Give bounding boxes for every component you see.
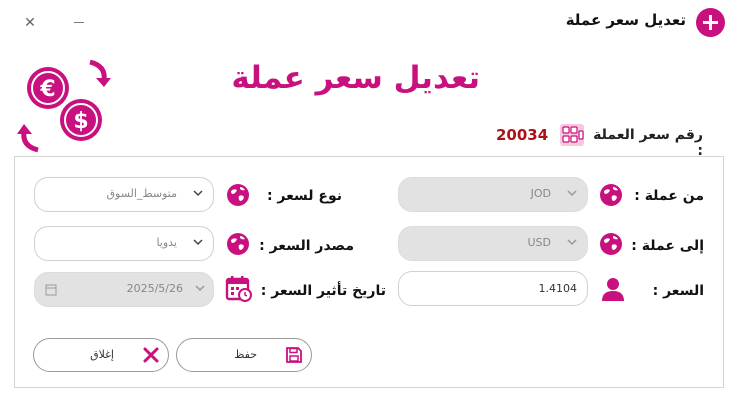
abacus-icon bbox=[560, 124, 584, 146]
globe-icon bbox=[600, 233, 622, 255]
svg-text:€: € bbox=[39, 77, 55, 102]
floppy-disk-icon bbox=[286, 347, 302, 363]
price-value: 1.4104 bbox=[538, 282, 578, 295]
chevron-down-icon bbox=[195, 285, 205, 292]
to-currency-value: USD bbox=[527, 236, 551, 249]
chevron-down-icon bbox=[567, 239, 577, 246]
rate-number-value: 20034 bbox=[496, 126, 549, 144]
effective-date-value: 2025/5/26 bbox=[126, 282, 183, 295]
title-bar: تعديل سعر عملة ✕ bbox=[0, 0, 737, 46]
chevron-down-icon bbox=[193, 190, 203, 197]
rate-source-value: يدويا bbox=[156, 236, 177, 249]
from-currency-select[interactable]: JOD bbox=[398, 177, 588, 212]
chevron-down-icon bbox=[193, 239, 203, 246]
close-button[interactable]: إغلاق bbox=[33, 338, 169, 372]
window-title: تعديل سعر عملة bbox=[565, 11, 686, 29]
calendar-icon bbox=[225, 276, 252, 302]
calendar-small-icon bbox=[45, 284, 57, 296]
from-currency-value: JOD bbox=[530, 187, 551, 200]
save-button[interactable]: حفظ bbox=[176, 338, 312, 372]
page-title: تعديل سعر عملة bbox=[231, 60, 480, 96]
app-plus-icon bbox=[696, 8, 725, 37]
rate-type-label: نوع لسعر : bbox=[266, 188, 342, 204]
close-window-button[interactable]: ✕ bbox=[22, 15, 38, 31]
effective-date-picker[interactable]: 2025/5/26 bbox=[34, 272, 214, 307]
save-button-label: حفظ bbox=[234, 348, 257, 361]
chevron-down-icon bbox=[567, 190, 577, 197]
globe-icon bbox=[227, 184, 249, 206]
minimize-button[interactable] bbox=[74, 22, 84, 23]
price-label: السعر : bbox=[652, 283, 704, 299]
rate-source-label: مصدر السعر : bbox=[259, 238, 354, 254]
price-input[interactable]: 1.4104 bbox=[398, 271, 588, 306]
rate-source-select[interactable]: يدويا bbox=[34, 226, 214, 261]
from-currency-label: من عملة : bbox=[634, 188, 704, 204]
x-icon bbox=[143, 347, 159, 363]
svg-text:$: $ bbox=[73, 109, 88, 134]
user-icon bbox=[602, 278, 624, 301]
globe-icon bbox=[227, 233, 249, 255]
rate-type-select[interactable]: متوسط_السوق bbox=[34, 177, 214, 212]
to-currency-label: إلى عملة : bbox=[631, 238, 704, 254]
rate-number-label: رقم سعر العملة : bbox=[593, 127, 703, 159]
close-button-label: إغلاق bbox=[90, 348, 114, 361]
effective-date-label: تاريخ تأثير السعر : bbox=[260, 283, 386, 299]
to-currency-select[interactable]: USD bbox=[398, 226, 588, 261]
rate-type-value: متوسط_السوق bbox=[106, 187, 178, 200]
globe-icon bbox=[600, 184, 622, 206]
currency-exchange-icon: € $ bbox=[17, 59, 111, 153]
